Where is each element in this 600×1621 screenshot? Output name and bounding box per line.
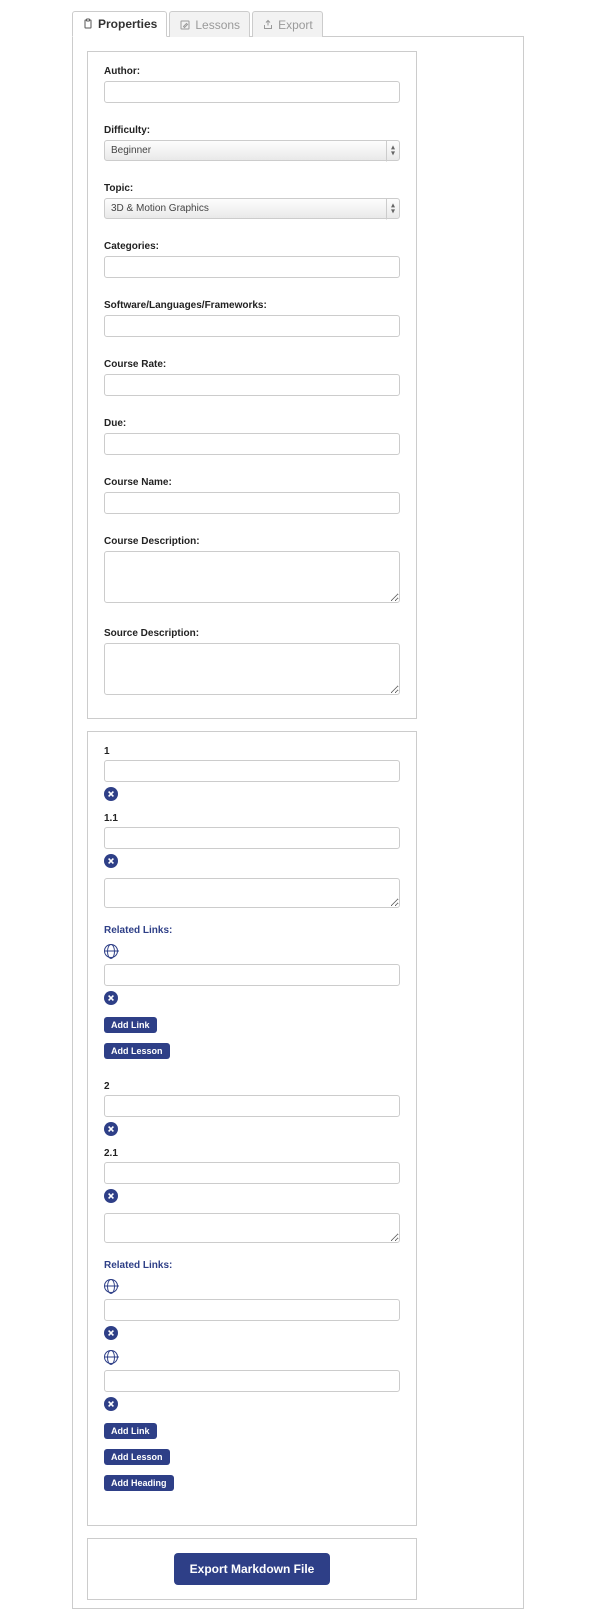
- difficulty-select[interactable]: Beginner: [104, 140, 400, 161]
- software-input[interactable]: [104, 315, 400, 337]
- add-lesson-button[interactable]: Add Lesson: [104, 1449, 170, 1465]
- delete-link-button[interactable]: [104, 1397, 118, 1411]
- outline-card: 1 1.1 Related Links:: [87, 731, 417, 1526]
- close-icon: [107, 790, 115, 798]
- close-icon: [107, 1329, 115, 1337]
- categories-label: Categories:: [104, 241, 400, 252]
- globe-icon: [104, 1350, 118, 1364]
- link-input[interactable]: [104, 1370, 400, 1392]
- add-lesson-button[interactable]: Add Lesson: [104, 1043, 170, 1059]
- due-label: Due:: [104, 418, 400, 429]
- close-icon: [107, 857, 115, 865]
- topic-label: Topic:: [104, 183, 400, 194]
- tab-properties-label: Properties: [98, 17, 157, 31]
- lesson-num: 1.1: [104, 813, 400, 824]
- lesson-extra-input[interactable]: [104, 1213, 400, 1243]
- delete-lesson-button[interactable]: [104, 854, 118, 868]
- desc-label: Course Description:: [104, 536, 400, 547]
- panel: Author: Difficulty: Beginner ▴▾ Topic: 3…: [72, 36, 524, 1609]
- tabs: Properties Lessons Export: [72, 10, 600, 36]
- categories-input[interactable]: [104, 256, 400, 278]
- add-heading-button[interactable]: Add Heading: [104, 1475, 174, 1491]
- difficulty-label: Difficulty:: [104, 125, 400, 136]
- source-label: Source Description:: [104, 628, 400, 639]
- author-input[interactable]: [104, 81, 400, 103]
- outline-section: 2 2.1 Related Links:: [104, 1081, 400, 1493]
- related-links-label: Related Links:: [104, 925, 400, 936]
- tab-lessons-label: Lessons: [195, 18, 240, 32]
- rate-input[interactable]: [104, 374, 400, 396]
- related-links-label: Related Links:: [104, 1260, 400, 1271]
- link-item: [104, 944, 400, 1005]
- close-icon: [107, 1400, 115, 1408]
- clipboard-icon: [82, 18, 94, 30]
- delete-section-button[interactable]: [104, 1122, 118, 1136]
- link-item: [104, 1350, 400, 1411]
- close-icon: [107, 1192, 115, 1200]
- lesson-extra-input[interactable]: [104, 878, 400, 908]
- desc-textarea[interactable]: [104, 551, 400, 603]
- section-num: 1: [104, 746, 400, 757]
- link-input[interactable]: [104, 964, 400, 986]
- section-num: 2: [104, 1081, 400, 1092]
- link-item: [104, 1279, 400, 1340]
- due-input[interactable]: [104, 433, 400, 455]
- lesson-num: 2.1: [104, 1148, 400, 1159]
- link-input[interactable]: [104, 1299, 400, 1321]
- outline-section: 1 1.1 Related Links:: [104, 746, 400, 1061]
- close-icon: [107, 994, 115, 1002]
- section-title-input[interactable]: [104, 1095, 400, 1117]
- name-label: Course Name:: [104, 477, 400, 488]
- properties-card: Author: Difficulty: Beginner ▴▾ Topic: 3…: [87, 51, 417, 719]
- tab-export-label: Export: [278, 18, 313, 32]
- export-markdown-button[interactable]: Export Markdown File: [174, 1553, 331, 1585]
- add-link-button[interactable]: Add Link: [104, 1423, 157, 1439]
- close-icon: [107, 1125, 115, 1133]
- delete-lesson-button[interactable]: [104, 1189, 118, 1203]
- export-card: Export Markdown File: [87, 1538, 417, 1600]
- name-input[interactable]: [104, 492, 400, 514]
- delete-section-button[interactable]: [104, 787, 118, 801]
- delete-link-button[interactable]: [104, 991, 118, 1005]
- topic-select[interactable]: 3D & Motion Graphics: [104, 198, 400, 219]
- source-textarea[interactable]: [104, 643, 400, 695]
- export-icon: [262, 19, 274, 31]
- add-link-button[interactable]: Add Link: [104, 1017, 157, 1033]
- globe-icon: [104, 1279, 118, 1293]
- tab-lessons[interactable]: Lessons: [169, 11, 250, 37]
- software-label: Software/Languages/Frameworks:: [104, 300, 400, 311]
- lesson-title-input[interactable]: [104, 827, 400, 849]
- globe-icon: [104, 944, 118, 958]
- tab-export[interactable]: Export: [252, 11, 323, 37]
- delete-link-button[interactable]: [104, 1326, 118, 1340]
- lesson-title-input[interactable]: [104, 1162, 400, 1184]
- section-title-input[interactable]: [104, 760, 400, 782]
- rate-label: Course Rate:: [104, 359, 400, 370]
- author-label: Author:: [104, 66, 400, 77]
- tab-properties[interactable]: Properties: [72, 11, 167, 37]
- edit-icon: [179, 19, 191, 31]
